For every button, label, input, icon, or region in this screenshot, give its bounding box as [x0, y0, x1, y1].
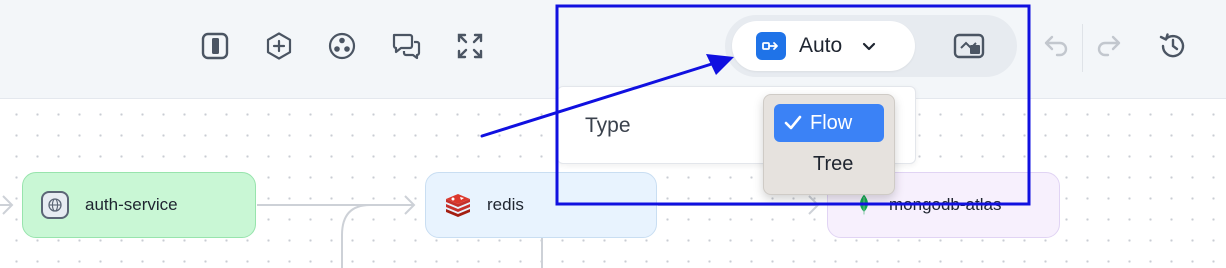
type-label: Type: [585, 114, 631, 137]
cluster-icon[interactable]: [324, 28, 360, 64]
node-label: auth-service: [85, 195, 178, 214]
layout-mode-dropdown[interactable]: Auto: [732, 21, 915, 71]
node-label: mongodb-atlas: [889, 195, 1002, 214]
redo-icon[interactable]: [1091, 28, 1127, 64]
check-icon: [784, 115, 802, 130]
comments-icon[interactable]: [388, 28, 424, 64]
add-node-icon[interactable]: [261, 28, 297, 64]
redis-icon: [444, 191, 472, 219]
type-option-flow[interactable]: Flow: [774, 104, 884, 142]
node-auth-service[interactable]: auth-service: [22, 172, 256, 238]
type-option-tree[interactable]: Tree: [774, 145, 884, 183]
mongodb-leaf-icon: [850, 191, 878, 219]
node-label: redis: [487, 195, 524, 214]
chevron-down-icon: [863, 42, 876, 51]
auto-layout-icon: [756, 32, 786, 60]
toolbar-divider: [1082, 24, 1083, 72]
undo-icon[interactable]: [1038, 28, 1074, 64]
type-dropdown-menu: Flow Tree: [763, 94, 895, 195]
minimap-icon[interactable]: [950, 28, 988, 64]
globe-icon: [41, 191, 69, 219]
fullscreen-icon[interactable]: [452, 28, 488, 64]
history-icon[interactable]: [1155, 28, 1191, 64]
sidebar-toggle-icon[interactable]: [197, 28, 233, 64]
layout-mode-label: Auto: [799, 34, 843, 57]
node-redis[interactable]: redis: [425, 172, 657, 238]
toolbar: Auto: [0, 0, 1226, 99]
